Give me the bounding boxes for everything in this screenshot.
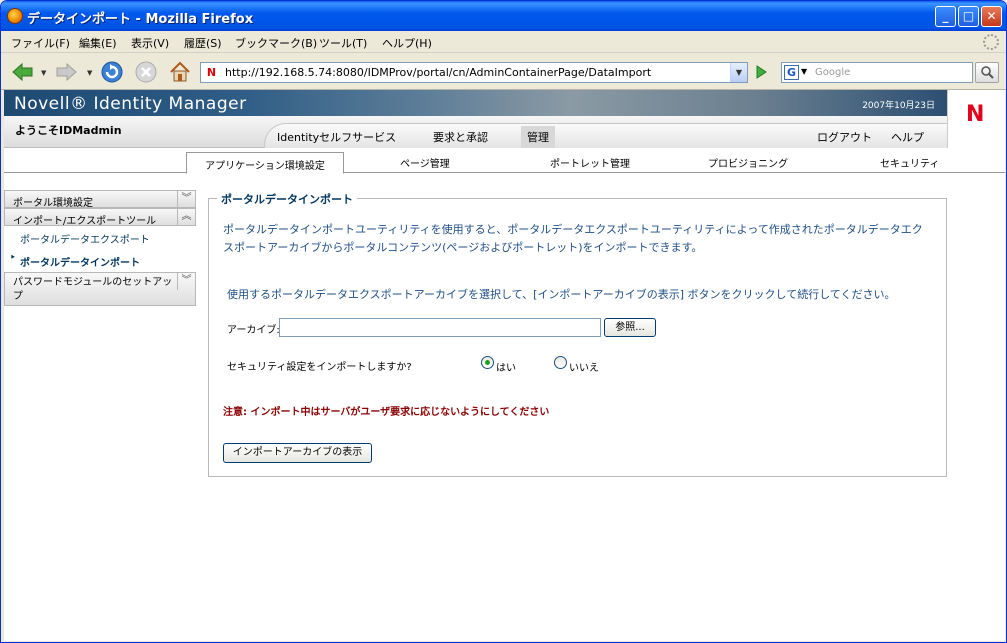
menu-tools[interactable]: ツール(T) [319, 35, 367, 51]
tab-administration[interactable]: 管理 [521, 126, 555, 148]
expand-chevron-icon[interactable]: ︾ [177, 190, 195, 208]
menu-bar: ファイル(F) 編集(E) 表示(V) 履歴(S) ブックマーク(B) ツール(… [1, 31, 1006, 53]
welcome-text: ようこそIDMadmin [15, 124, 122, 137]
warning-text: 注意: インポート中はサーバがユーザ要求に応じないようにしてください [223, 407, 550, 418]
archive-file-input[interactable] [279, 318, 601, 337]
browse-button[interactable]: 参照... [604, 318, 656, 337]
radio-selected-dot [485, 360, 490, 365]
home-button[interactable] [168, 60, 192, 84]
search-bar[interactable]: G ▼ Google [781, 62, 973, 83]
show-import-archive-button[interactable]: インポートアーカイブの表示 [223, 443, 372, 463]
expand-chevron-icon[interactable]: ︾ [177, 272, 195, 290]
subtab-application-config[interactable]: アプリケーション環境設定 [186, 152, 344, 174]
novell-logo-letter: N [966, 102, 985, 127]
logout-link[interactable]: ログアウト [817, 129, 872, 145]
maximize-button[interactable]: □ [958, 6, 979, 27]
forward-dropdown-icon[interactable]: ▼ [87, 69, 92, 77]
tab-identity-self-service[interactable]: Identityセルフサービス [277, 129, 396, 145]
window-title: データインポート - Mozilla Firefox [27, 12, 254, 27]
subtab-security[interactable]: セキュリティ [880, 155, 939, 170]
address-bar[interactable]: N http://192.168.5.74:8080/IDMProv/porta… [200, 62, 748, 83]
help-link[interactable]: ヘルプ [891, 129, 924, 145]
archive-label: アーカイブ: [227, 325, 280, 336]
subtab-portlet-admin[interactable]: ポートレット管理 [550, 155, 630, 170]
menu-edit[interactable]: 編集(E) [79, 35, 117, 51]
radio-yes[interactable] [481, 356, 494, 369]
back-button[interactable] [11, 60, 35, 84]
minimize-button[interactable]: _ [935, 6, 956, 27]
subtab-page-admin[interactable]: ページ管理 [400, 155, 450, 170]
close-button[interactable]: ✕ [981, 6, 1002, 27]
panel-title: ポータルデータインポート [217, 191, 357, 207]
app-banner: Novell® Identity Manager 2007年10月23日 [4, 90, 947, 116]
sidebar: ポータル環境設定 ︾ インポート/エクスポートツール ︽ ポータルデータエクスポ… [4, 190, 196, 306]
radio-no-label[interactable]: いいえ [569, 359, 599, 374]
url-dropdown-icon[interactable]: ▼ [730, 63, 747, 82]
google-engine-icon[interactable]: G [784, 65, 799, 80]
search-button[interactable] [975, 62, 999, 83]
sidebar-item-portal-export[interactable]: ポータルデータエクスポート [4, 226, 196, 249]
sidebar-section-import-export[interactable]: インポート/エクスポートツール ︽ [4, 208, 196, 227]
radio-no[interactable] [554, 356, 567, 369]
sidebar-section-portal-config[interactable]: ポータル環境設定 ︾ [4, 190, 196, 209]
sidebar-section-password-module[interactable]: パスワードモジュールのセットアップ ︾ [4, 272, 196, 306]
browser-window: データインポート - Mozilla Firefox _ □ ✕ ファイル(F)… [0, 0, 1007, 643]
go-button[interactable] [753, 64, 769, 80]
sidebar-item-portal-import[interactable]: ‣ ポータルデータインポート [4, 249, 196, 272]
title-bar: データインポート - Mozilla Firefox _ □ ✕ [1, 1, 1006, 31]
engine-dropdown-icon[interactable]: ▼ [801, 67, 807, 76]
search-placeholder: Google [815, 67, 851, 78]
menu-file[interactable]: ファイル(F) [11, 35, 70, 51]
radio-yes-label[interactable]: はい [496, 359, 516, 374]
import-security-label: セキュリティ設定をインポートしますか? [227, 362, 412, 373]
menu-bookmarks[interactable]: ブックマーク(B) [235, 35, 317, 51]
user-bar: ようこそIDMadmin Identityセルフサービス 要求と承認 管理 ログ… [4, 116, 947, 148]
menu-history[interactable]: 履歴(S) [184, 35, 222, 51]
tab-requests-approvals[interactable]: 要求と承認 [433, 129, 488, 145]
url-text[interactable]: http://192.168.5.74:8080/IDMProv/portal/… [225, 66, 651, 79]
novell-logo: N [947, 90, 1005, 148]
page-content: Novell® Identity Manager 2007年10月23日 N よ… [4, 90, 1005, 641]
banner-date: 2007年10月23日 [862, 101, 935, 111]
portal-import-panel: ポータルデータインポート ポータルデータインポートユーティリティを使用すると、ポ… [208, 191, 947, 477]
selected-bullet-icon: ‣ [10, 253, 16, 263]
sidebar-section-label: パスワードモジュールのセットアップ [13, 277, 173, 302]
sidebar-item-label[interactable]: ポータルデータエクスポート [20, 235, 150, 246]
firefox-icon [7, 8, 23, 24]
forward-button[interactable] [54, 60, 78, 84]
menu-help[interactable]: ヘルプ(H) [382, 35, 432, 51]
site-favicon-icon: N [206, 66, 217, 79]
panel-description: ポータルデータインポートユーティリティを使用すると、ポータルデータエクスポートユ… [223, 223, 923, 254]
panel-instruction: 使用するポータルデータエクスポートアーカイブを選択して、[インポートアーカイブの… [227, 288, 896, 301]
brand-title: Novell® Identity Manager [14, 94, 247, 114]
back-dropdown-icon[interactable]: ▼ [41, 69, 46, 77]
reload-button[interactable] [100, 60, 124, 84]
throbber-icon [983, 34, 999, 50]
stop-button[interactable] [134, 60, 158, 84]
collapse-chevron-icon[interactable]: ︽ [177, 208, 195, 226]
sub-navigation: アプリケーション環境設定 ページ管理 ポートレット管理 プロビジョニング セキュ… [4, 148, 1005, 174]
sidebar-item-label[interactable]: ポータルデータインポート [20, 258, 140, 269]
menu-view[interactable]: 表示(V) [131, 35, 169, 51]
subtab-provisioning[interactable]: プロビジョニング [708, 155, 788, 170]
